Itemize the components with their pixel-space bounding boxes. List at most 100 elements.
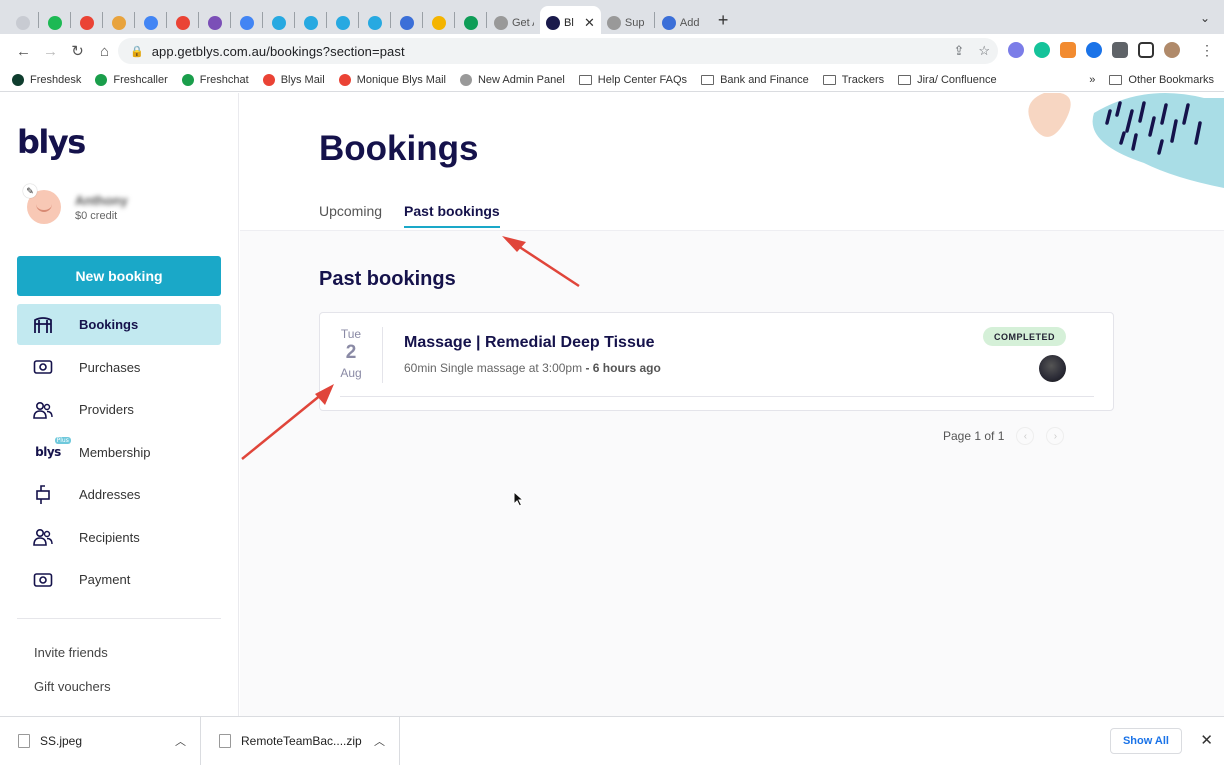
blys-logo[interactable]: blys bbox=[17, 123, 86, 161]
chevron-up-icon[interactable]: ︿ bbox=[374, 733, 385, 749]
extension-flower-icon[interactable] bbox=[1008, 42, 1024, 58]
sidebar-item-bookings[interactable]: Bookings bbox=[17, 304, 221, 345]
extensions-puzzle-icon[interactable] bbox=[1112, 42, 1128, 58]
card-divider bbox=[340, 396, 1094, 397]
providers-icon bbox=[33, 400, 53, 420]
bookmark-favicon-icon bbox=[12, 73, 24, 86]
browser-tab[interactable] bbox=[136, 9, 165, 37]
show-all-downloads-button[interactable]: Show All bbox=[1109, 728, 1182, 754]
section-title: Past bookings bbox=[319, 268, 456, 290]
browser-tab[interactable] bbox=[8, 9, 37, 37]
grammarly-icon[interactable] bbox=[1034, 42, 1050, 58]
forward-icon[interactable]: → bbox=[37, 43, 64, 60]
tab-favicon-icon bbox=[207, 16, 222, 30]
invite-friends-link[interactable]: Invite friends bbox=[34, 645, 108, 660]
tab-upcoming[interactable]: Upcoming bbox=[319, 203, 382, 228]
tab-title: Sup bbox=[624, 17, 645, 29]
bookmarks-overflow-button[interactable]: » bbox=[1089, 74, 1095, 86]
browser-tab[interactable] bbox=[360, 9, 389, 37]
booking-day-of-week: Tue bbox=[340, 327, 362, 341]
browser-toolbar: ← → ↻ ⌂ 🔒 app.getblys.com.au/bookings?se… bbox=[0, 34, 1224, 68]
chevron-up-icon[interactable]: ︿ bbox=[175, 733, 186, 749]
main-content: Bookings Upcoming Past bookings Past boo… bbox=[240, 93, 1224, 716]
bookmark-folder[interactable]: Jira/ Confluence bbox=[898, 74, 997, 86]
browser-tab[interactable] bbox=[232, 9, 261, 37]
tab-favicon-icon bbox=[606, 16, 621, 30]
extension-circle-icon[interactable] bbox=[1086, 42, 1102, 58]
bookmark-link[interactable]: Freshcaller bbox=[95, 73, 168, 86]
bookmark-link[interactable]: Blys Mail bbox=[262, 73, 325, 86]
browser-tab[interactable] bbox=[264, 9, 293, 37]
sidebar-item-membership[interactable]: blys Plus Membership bbox=[17, 432, 221, 473]
extension-grid-icon[interactable] bbox=[1060, 42, 1076, 58]
booking-title[interactable]: Massage | Remedial Deep Tissue bbox=[404, 334, 655, 352]
sidebar-item-providers[interactable]: Providers bbox=[17, 389, 221, 430]
bookmark-folder[interactable]: Trackers bbox=[822, 74, 884, 86]
browser-tab[interactable] bbox=[328, 9, 357, 37]
profile-avatar-icon[interactable] bbox=[1164, 42, 1180, 58]
bookings-tabs: Upcoming Past bookings bbox=[319, 203, 522, 228]
browser-tab[interactable] bbox=[200, 9, 229, 37]
close-icon[interactable]: ✕ bbox=[1200, 731, 1213, 749]
bookmark-link[interactable]: Monique Blys Mail bbox=[338, 73, 446, 86]
booking-date: Tue 2 Aug bbox=[320, 327, 382, 380]
bookmark-star-icon[interactable]: ☆ bbox=[978, 43, 990, 59]
browser-tab[interactable] bbox=[296, 9, 325, 37]
prev-page-icon[interactable]: ‹ bbox=[1016, 427, 1035, 445]
provider-avatar[interactable] bbox=[1039, 355, 1066, 382]
new-booking-button[interactable]: New booking bbox=[17, 256, 221, 296]
bookings-icon bbox=[33, 315, 53, 335]
other-bookmarks-folder[interactable]: Other Bookmarks bbox=[1109, 74, 1214, 86]
close-tab-icon[interactable]: ✕ bbox=[584, 15, 595, 31]
folder-icon bbox=[578, 74, 592, 85]
browser-menu-icon[interactable]: ⋮ bbox=[1200, 42, 1214, 59]
page-header: Bookings Upcoming Past bookings bbox=[240, 93, 1224, 231]
tab-title: Add bbox=[679, 17, 700, 29]
browser-tab[interactable] bbox=[456, 9, 485, 37]
bookmark-link[interactable]: New Admin Panel bbox=[459, 73, 565, 86]
address-bar[interactable]: 🔒 app.getblys.com.au/bookings?section=pa… bbox=[118, 38, 998, 64]
bookmark-favicon-icon bbox=[459, 73, 472, 86]
tab-favicon-icon bbox=[661, 16, 676, 30]
next-page-icon[interactable]: › bbox=[1046, 427, 1065, 445]
browser-tab[interactable]: Get A bbox=[488, 9, 540, 37]
payment-icon bbox=[33, 570, 53, 590]
tab-favicon-icon bbox=[79, 16, 94, 30]
browser-tab[interactable] bbox=[104, 9, 133, 37]
tab-favicon-icon bbox=[111, 16, 126, 30]
side-panel-icon[interactable] bbox=[1138, 42, 1154, 58]
browser-tab[interactable] bbox=[424, 9, 453, 37]
bookmark-folder[interactable]: Bank and Finance bbox=[701, 74, 809, 86]
reload-icon[interactable]: ↻ bbox=[64, 42, 91, 60]
download-item[interactable]: SS.jpeg ︿ bbox=[0, 716, 201, 765]
bookmark-folder[interactable]: Help Center FAQs bbox=[578, 74, 687, 86]
user-profile[interactable]: ✎ Anthony $0 credit bbox=[23, 184, 128, 224]
sidebar-item-addresses[interactable]: Addresses bbox=[17, 474, 221, 515]
gift-vouchers-link[interactable]: Gift vouchers bbox=[34, 679, 111, 694]
tab-favicon-icon bbox=[335, 16, 350, 30]
download-item[interactable]: RemoteTeamBac....zip ︿ bbox=[201, 716, 400, 765]
browser-tab[interactable] bbox=[40, 9, 69, 37]
image-file-icon bbox=[18, 734, 30, 748]
browser-tab[interactable] bbox=[168, 9, 197, 37]
browser-tab[interactable]: Sup bbox=[601, 9, 653, 37]
share-icon[interactable]: ⇪ bbox=[953, 43, 964, 59]
sidebar-item-purchases[interactable]: Purchases bbox=[17, 347, 221, 388]
bookmark-link[interactable]: Freshchat bbox=[181, 73, 249, 86]
browser-tab[interactable] bbox=[72, 9, 101, 37]
home-icon[interactable]: ⌂ bbox=[91, 43, 118, 60]
user-credit: $0 credit bbox=[75, 209, 118, 222]
new-tab-button[interactable]: + bbox=[718, 10, 729, 31]
tab-search-icon[interactable]: ⌄ bbox=[1200, 11, 1210, 25]
booking-card[interactable]: Tue 2 Aug Massage | Remedial Deep Tissue… bbox=[319, 312, 1114, 411]
user-avatar[interactable]: ✎ bbox=[23, 184, 61, 224]
sidebar-item-payment[interactable]: Payment bbox=[17, 559, 221, 600]
bookmark-link[interactable]: Freshdesk bbox=[12, 73, 81, 86]
edit-avatar-icon[interactable]: ✎ bbox=[23, 184, 37, 198]
browser-tab[interactable]: Add bbox=[656, 9, 708, 37]
tab-past-bookings[interactable]: Past bookings bbox=[404, 203, 500, 228]
back-icon[interactable]: ← bbox=[10, 43, 37, 60]
sidebar-item-recipients[interactable]: Recipients bbox=[17, 517, 221, 558]
browser-tab[interactable] bbox=[392, 9, 421, 37]
blys-plus-icon: blys Plus bbox=[35, 437, 71, 459]
